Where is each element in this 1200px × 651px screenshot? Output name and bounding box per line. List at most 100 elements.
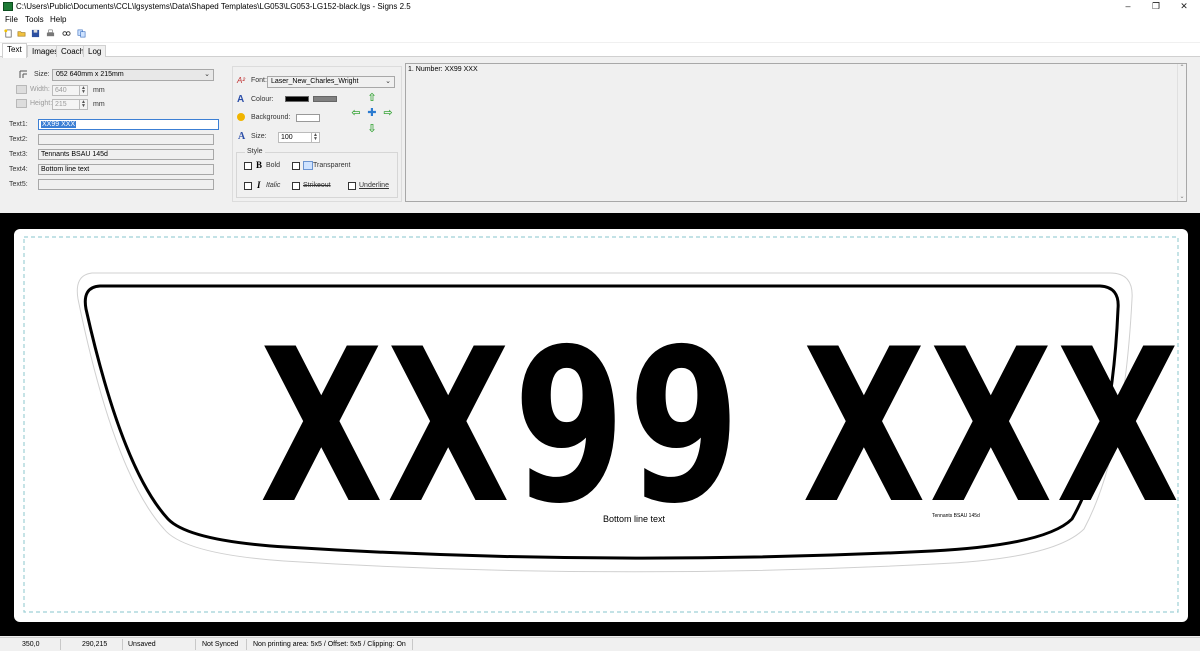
- width-unit: mm: [93, 87, 105, 94]
- strikeout-checkbox[interactable]: [292, 182, 300, 190]
- size-glyph-icon: A: [238, 131, 246, 142]
- background-label: Background:: [251, 114, 291, 121]
- italic-checkbox[interactable]: [244, 182, 252, 190]
- font-label: Font:: [251, 77, 267, 84]
- status-info: Non printing area: 5x5 / Offset: 5x5 / C…: [253, 641, 406, 648]
- spin-arrows-icon[interactable]: ▲ ▼: [79, 100, 87, 109]
- style-group-label: Style: [245, 148, 265, 155]
- toolbar: [0, 26, 1200, 42]
- list-scrollbar[interactable]: ⌃ ⌄: [1177, 64, 1186, 201]
- scroll-up-icon[interactable]: ⌃: [1178, 64, 1186, 71]
- layer-list[interactable]: 1. Number: XX99 XXX ⌃ ⌄: [405, 63, 1187, 202]
- menu-help[interactable]: Help: [50, 15, 66, 24]
- app-icon: [3, 2, 13, 11]
- transparent-label: Transparent: [313, 162, 351, 169]
- arrow-up-button[interactable]: ⇧: [366, 93, 378, 105]
- transparent-checkbox[interactable]: [292, 162, 300, 170]
- chevron-down-icon: ⌄: [204, 71, 210, 78]
- status-divider: [195, 639, 196, 650]
- text2-input[interactable]: [38, 134, 214, 145]
- italic-label: Italic: [266, 182, 281, 189]
- text1-input[interactable]: XX99 XXX: [38, 119, 219, 130]
- size-select-value: 052 640mm x 215mm: [56, 71, 124, 78]
- chevron-down-icon: ⌄: [385, 78, 391, 85]
- text5-label: Text5:: [9, 181, 28, 188]
- print-icon[interactable]: [46, 29, 55, 38]
- text5-input[interactable]: [38, 179, 214, 190]
- status-sync: Not Synced: [202, 641, 239, 648]
- italic-glyph: I: [257, 180, 261, 190]
- size-icon: [19, 70, 27, 78]
- tab-strip: Text Images Coach Log: [0, 43, 1200, 58]
- plate-dealer-text[interactable]: Tennants BSAU 145d: [932, 513, 980, 519]
- text4-label: Text4:: [9, 166, 28, 173]
- font-icon: A²: [237, 76, 245, 85]
- bold-checkbox[interactable]: [244, 162, 252, 170]
- strikeout-label: Strikeout: [303, 182, 331, 189]
- font-size-stepper[interactable]: 100 ▲ ▼: [278, 132, 320, 143]
- plate-preview[interactable]: XX99 XXX Bottom line text Tennants BSAU …: [14, 229, 1188, 622]
- tab-text[interactable]: Text: [2, 43, 27, 58]
- text2-label: Text2:: [9, 136, 28, 143]
- size-select[interactable]: 052 640mm x 215mm ⌄: [52, 69, 214, 81]
- restore-button[interactable]: ❐: [1142, 0, 1170, 13]
- background-icon: [237, 113, 245, 121]
- arrow-right-button[interactable]: ⇨: [382, 108, 394, 120]
- text3-label: Text3:: [9, 151, 28, 158]
- text4-input[interactable]: Bottom line text: [38, 164, 214, 175]
- text1-value: XX99 XXX: [41, 121, 77, 128]
- window-title: C:\Users\Public\Documents\CCL\lgsystems\…: [16, 2, 411, 11]
- plate-bottom-text[interactable]: Bottom line text: [534, 514, 734, 524]
- menu-bar: File Tools Help: [0, 13, 1200, 26]
- status-bar: 350,0 290,215 Unsaved Not Synced Non pri…: [0, 637, 1200, 651]
- width-icon: [16, 85, 27, 94]
- minimize-button[interactable]: –: [1114, 0, 1142, 13]
- spin-arrows-icon[interactable]: ▲ ▼: [79, 86, 87, 95]
- save-icon[interactable]: [31, 29, 40, 38]
- center-button[interactable]: ✚: [366, 108, 378, 120]
- bold-label: Bold: [266, 162, 281, 169]
- height-stepper[interactable]: 215 ▲ ▼: [52, 99, 88, 110]
- status-saved: Unsaved: [128, 641, 156, 648]
- height-unit: mm: [93, 101, 105, 108]
- size-label: Size:: [34, 71, 50, 78]
- status-divider: [412, 639, 413, 650]
- bold-glyph: B: [256, 160, 263, 170]
- background-colour-swatch[interactable]: [296, 114, 320, 122]
- menu-file[interactable]: File: [5, 15, 18, 24]
- text3-input[interactable]: Tennants BSAU 145d: [38, 149, 214, 160]
- width-label: Width:: [30, 86, 50, 93]
- close-button[interactable]: ✕: [1170, 0, 1198, 13]
- font-size-value: 100: [281, 134, 293, 141]
- plate-registration[interactable]: XX99 XXX: [260, 321, 1180, 533]
- height-label: Height:: [30, 100, 53, 107]
- scroll-down-icon[interactable]: ⌄: [1178, 193, 1186, 200]
- spin-arrows-icon[interactable]: ▲ ▼: [311, 133, 319, 142]
- width-value: 640: [55, 87, 67, 94]
- list-item[interactable]: 1. Number: XX99 XXX: [408, 66, 478, 73]
- find-icon[interactable]: [62, 29, 71, 38]
- menu-tools[interactable]: Tools: [25, 15, 44, 24]
- status-coord1: 350,0: [22, 641, 40, 648]
- height-value: 215: [55, 101, 67, 108]
- text-colour-alt-swatch[interactable]: [313, 96, 337, 102]
- width-stepper[interactable]: 640 ▲ ▼: [52, 85, 88, 96]
- style-group: [236, 152, 398, 198]
- tab-log[interactable]: Log: [83, 45, 107, 57]
- colour-label: Colour:: [251, 96, 274, 103]
- font-select[interactable]: Laser_New_Charles_Wright ⌄: [267, 76, 395, 88]
- new-file-icon[interactable]: [4, 29, 13, 38]
- status-divider: [122, 639, 123, 650]
- arrow-left-button[interactable]: ⇦: [350, 108, 362, 120]
- transparent-icon: [303, 161, 313, 170]
- text1-label: Text1:: [9, 121, 28, 128]
- text-colour-swatch[interactable]: [285, 96, 309, 102]
- arrow-down-button[interactable]: ⇩: [366, 124, 378, 136]
- underline-checkbox[interactable]: [348, 182, 356, 190]
- colour-icon: A: [237, 94, 245, 105]
- height-icon: [16, 99, 27, 108]
- underline-label: Underline: [359, 182, 389, 189]
- status-divider: [246, 639, 247, 650]
- open-folder-icon[interactable]: [17, 29, 26, 38]
- copy-icon[interactable]: [77, 29, 86, 38]
